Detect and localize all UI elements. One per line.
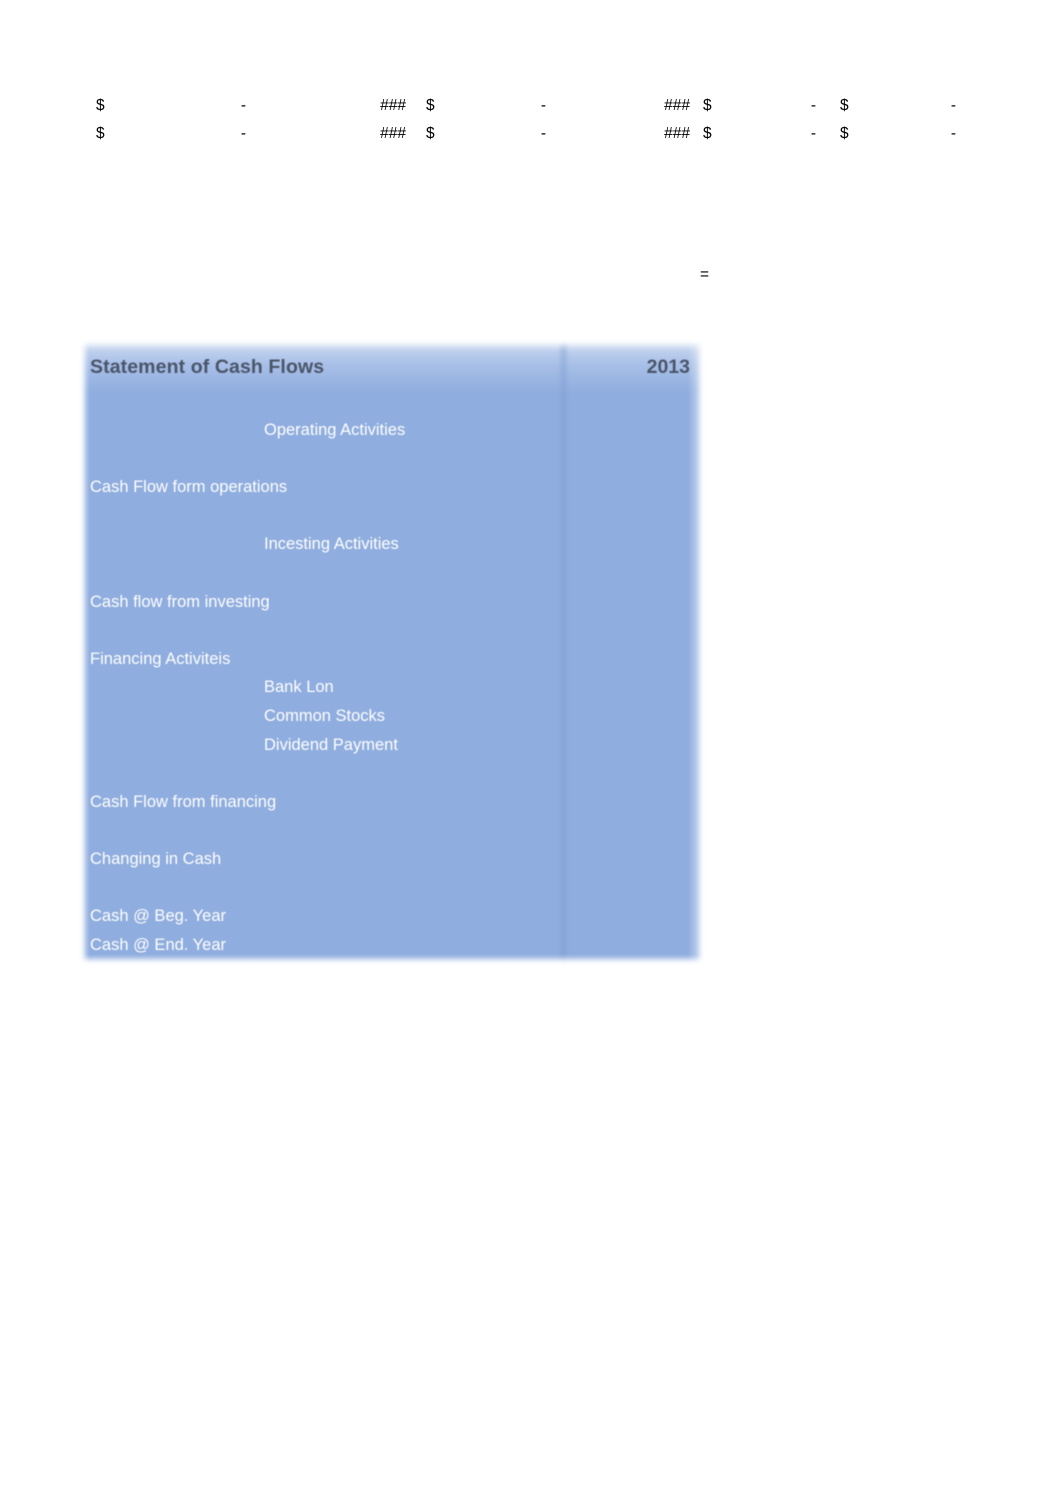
cash-flow-row-label[interactable]: Common Stocks — [264, 706, 385, 726]
cash-flow-row-label[interactable]: Changing in Cash — [90, 849, 221, 869]
cell-value: - — [540, 125, 546, 142]
cell-value: - — [810, 97, 816, 114]
cash-flow-row-label[interactable]: Operating Activities — [264, 420, 405, 440]
cash-flow-row-label[interactable]: Cash Flow form operations — [90, 477, 287, 497]
overflow-marker: ### — [664, 97, 690, 114]
cash-flow-row-label[interactable]: Dividend Payment — [264, 735, 398, 755]
overflow-marker: ### — [380, 125, 406, 142]
spreadsheet-numeric-rows: $ - ### $ - ### $ - $ - $ - ### $ - ### … — [0, 92, 1062, 148]
currency-symbol: $ — [96, 125, 105, 142]
overflow-marker: ### — [664, 125, 690, 142]
table-row[interactable]: $ - ### $ - ### $ - $ - — [0, 92, 1062, 120]
equals-marker: = — [700, 266, 710, 283]
cell-value: - — [240, 125, 246, 142]
cell-value: - — [810, 125, 816, 142]
currency-symbol: $ — [703, 125, 712, 142]
currency-symbol: $ — [96, 97, 105, 114]
currency-symbol: $ — [840, 97, 849, 114]
cash-flow-content: Statement of Cash Flows 2013 Operating A… — [78, 338, 704, 966]
page-title: Statement of Cash Flows — [90, 356, 325, 378]
currency-symbol: $ — [426, 125, 435, 142]
table-row[interactable]: $ - ### $ - ### $ - $ - — [0, 120, 1062, 148]
currency-symbol: $ — [426, 97, 435, 114]
cash-flow-row-label[interactable]: Incesting Activities — [264, 534, 399, 554]
overflow-marker: ### — [380, 97, 406, 114]
cash-flow-row-label[interactable]: Cash @ Beg. Year — [90, 906, 226, 926]
cash-flow-row-label[interactable]: Bank Lon — [264, 677, 334, 697]
cell-value: - — [950, 125, 956, 142]
cash-flow-row-label[interactable]: Financing Activiteis — [90, 649, 230, 669]
cell-value: - — [240, 97, 246, 114]
cash-flow-statement-table[interactable]: Statement of Cash Flows 2013 Operating A… — [68, 328, 714, 976]
column-header-year: 2013 — [646, 356, 690, 378]
cell-value: - — [950, 97, 956, 114]
cell-value: - — [540, 97, 546, 114]
cash-flow-row-label[interactable]: Cash @ End. Year — [90, 935, 226, 955]
cash-flow-row-label[interactable]: Cash flow from investing — [90, 592, 270, 612]
cash-flow-row-label[interactable]: Cash Flow from financing — [90, 792, 276, 812]
currency-symbol: $ — [703, 97, 712, 114]
currency-symbol: $ — [840, 125, 849, 142]
